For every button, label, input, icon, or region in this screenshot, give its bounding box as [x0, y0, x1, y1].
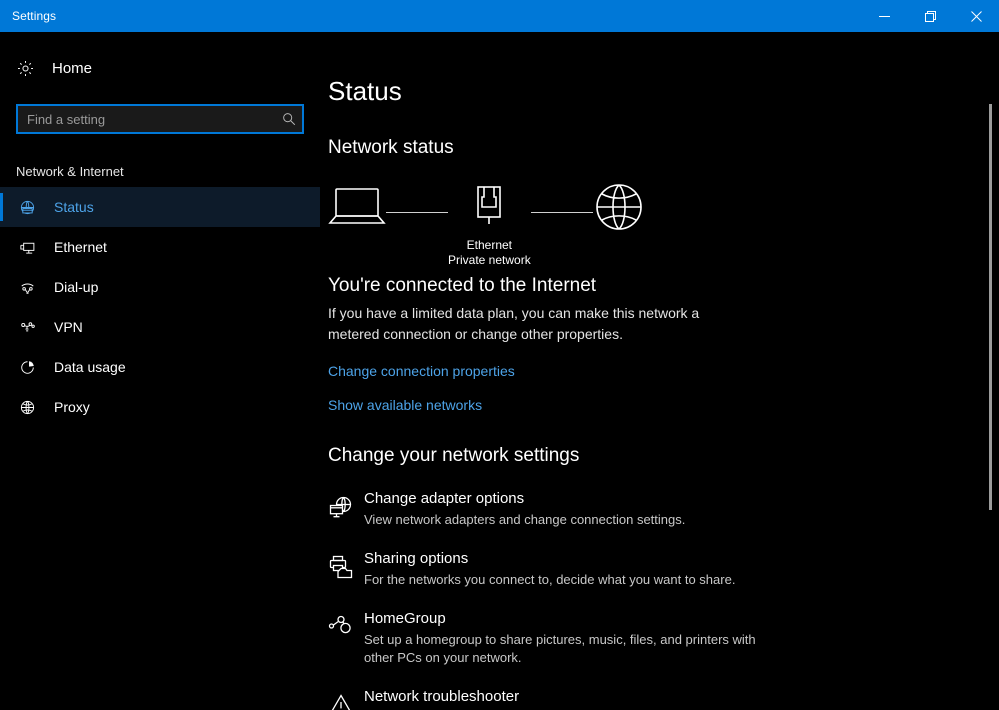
connection-title: You're connected to the Internet	[328, 275, 597, 296]
sidebar-item-home[interactable]: Home	[0, 48, 320, 88]
ethernet-port-icon	[472, 181, 506, 234]
pie-chart-icon	[16, 359, 38, 376]
ethernet-icon	[16, 239, 38, 256]
setting-description: Set up a homegroup to share pictures, mu…	[364, 632, 756, 665]
search-input[interactable]	[17, 111, 275, 127]
sidebar-category-label: Network & Internet	[16, 164, 124, 179]
diagram-adapter: Ethernet Private network	[448, 181, 531, 268]
vpn-key-icon	[16, 319, 38, 336]
network-diagram: Ethernet Private network	[328, 181, 999, 268]
setting-text: Sharing options For the networks you con…	[364, 549, 999, 589]
sidebar-item-status[interactable]: Status	[0, 187, 320, 227]
laptop-icon	[328, 181, 386, 234]
sidebar-item-dialup[interactable]: Dial-up	[0, 267, 320, 307]
sharing-options-icon	[328, 549, 364, 580]
search-box[interactable]	[16, 104, 304, 134]
diagram-device	[328, 181, 386, 234]
content-scrollbar[interactable]	[987, 32, 995, 710]
homegroup-icon	[328, 609, 364, 640]
show-available-networks-link[interactable]: Show available networks	[328, 397, 482, 413]
globe-icon	[16, 399, 38, 416]
sidebar-item-ethernet[interactable]: Ethernet	[0, 227, 320, 267]
setting-text: Network troubleshooter Diagnose and fix …	[364, 687, 999, 710]
close-icon	[970, 10, 982, 22]
window-controls	[861, 0, 999, 32]
search-icon[interactable]	[275, 105, 303, 133]
sidebar-item-label: Dial-up	[54, 279, 99, 295]
setting-description: View network adapters and change connect…	[364, 512, 686, 527]
minimize-button[interactable]	[861, 0, 907, 32]
sidebar-item-label: Proxy	[54, 399, 90, 415]
setting-title: Network troubleshooter	[364, 688, 520, 705]
setting-change-adapter-options[interactable]: Change adapter options View network adap…	[328, 489, 999, 529]
adapter-options-icon	[328, 489, 364, 520]
sidebar: Home Network & Internet	[0, 32, 320, 710]
sidebar-item-label: Data usage	[54, 359, 126, 375]
maximize-button[interactable]	[907, 0, 953, 32]
minimize-icon	[878, 15, 890, 17]
close-button[interactable]	[953, 0, 999, 32]
main-content: Status Network status Ethernet Private n…	[320, 32, 999, 710]
setting-description: For the networks you connect to, decide …	[364, 572, 736, 587]
setting-title: Change adapter options	[364, 490, 525, 507]
diagram-link-left	[386, 212, 448, 213]
network-status-heading: Network status	[328, 137, 454, 158]
sidebar-item-data-usage[interactable]: Data usage	[0, 347, 320, 387]
sidebar-nav: Status Ethernet Dial-up VPN Data usage P…	[0, 187, 320, 427]
warning-triangle-icon	[328, 687, 364, 710]
connection-description: If you have a limited data plan, you can…	[328, 305, 700, 342]
change-settings-heading: Change your network settings	[328, 445, 580, 466]
diagram-link-right	[530, 212, 593, 213]
page-title: Status	[328, 76, 402, 106]
network-status-icon	[16, 199, 38, 216]
adapter-name: Ethernet	[466, 238, 513, 252]
dialup-icon	[16, 279, 38, 296]
sidebar-item-vpn[interactable]: VPN	[0, 307, 320, 347]
setting-title: HomeGroup	[364, 610, 446, 627]
home-label: Home	[52, 59, 93, 77]
window-title: Settings	[12, 9, 57, 23]
change-connection-properties-link[interactable]: Change connection properties	[328, 363, 515, 379]
window-titlebar: Settings	[0, 0, 999, 32]
diagram-adapter-caption: Ethernet Private network	[448, 238, 531, 268]
network-settings-list: Change adapter options View network adap…	[328, 489, 999, 710]
setting-sharing-options[interactable]: Sharing options For the networks you con…	[328, 549, 999, 589]
setting-homegroup[interactable]: HomeGroup Set up a homegroup to share pi…	[328, 609, 999, 667]
sidebar-item-label: Status	[54, 199, 94, 215]
gear-icon	[14, 60, 36, 77]
settings-shell: Home Network & Internet	[0, 32, 999, 710]
globe-icon	[593, 181, 645, 238]
restore-icon	[924, 10, 936, 22]
sidebar-item-label: Ethernet	[54, 239, 107, 255]
setting-network-troubleshooter[interactable]: Network troubleshooter Diagnose and fix …	[328, 687, 999, 710]
diagram-internet	[593, 181, 645, 238]
setting-text: HomeGroup Set up a homegroup to share pi…	[364, 609, 999, 667]
setting-title: Sharing options	[364, 550, 469, 567]
sidebar-item-proxy[interactable]: Proxy	[0, 387, 320, 427]
setting-text: Change adapter options View network adap…	[364, 489, 999, 529]
adapter-profile: Private network	[448, 253, 531, 267]
sidebar-item-label: VPN	[54, 319, 83, 335]
scrollbar-thumb[interactable]	[989, 104, 992, 510]
